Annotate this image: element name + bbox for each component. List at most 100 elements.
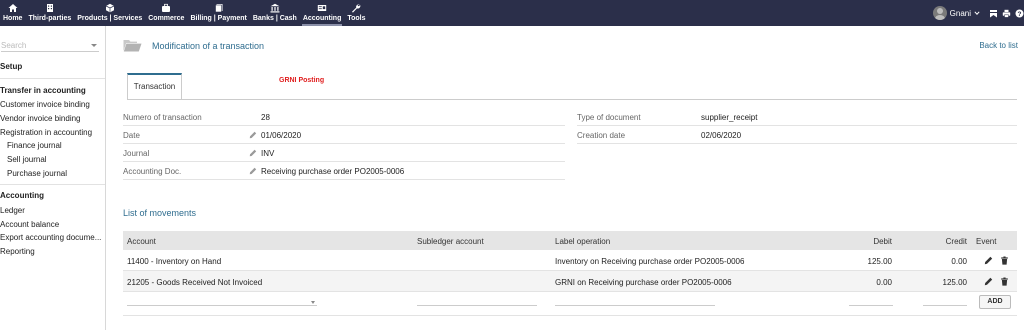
cell-debit: 0.00 — [876, 278, 892, 287]
field-row-creation-date: Creation date 02/06/2020 — [577, 126, 1017, 144]
field-value: 28 — [261, 113, 270, 122]
topmenu-banks-cash[interactable]: Banks | Cash — [250, 0, 300, 26]
home-icon — [8, 4, 18, 12]
sidebar-item-customer-invoice-binding[interactable]: Customer invoice binding — [0, 100, 90, 109]
chevron-down-icon[interactable] — [311, 301, 315, 304]
topmenu-home[interactable]: Home — [0, 0, 25, 26]
topmenu-label: Home — [3, 15, 23, 22]
search-placeholder: Search — [1, 41, 27, 50]
ledger-icon — [317, 5, 327, 11]
cell-credit: 0.00 — [951, 257, 967, 266]
delete-trash-icon[interactable] — [1000, 277, 1009, 286]
column-header-debit[interactable]: Debit — [873, 237, 892, 246]
sidebar-item-sell-journal[interactable]: Sell journal — [7, 155, 47, 164]
sidebar-heading-transfer[interactable]: Transfer in accounting — [0, 86, 86, 95]
sidebar-heading-accounting[interactable]: Accounting — [0, 191, 44, 200]
table-bottom-border — [123, 315, 1017, 316]
divider — [0, 78, 105, 79]
field-value: Receiving purchase order PO2005-0006 — [261, 167, 405, 176]
field-label: Journal — [123, 149, 150, 158]
cell-label-operation: GRNI on Receiving purchase order PO2005-… — [555, 278, 732, 287]
cell-account: 21205 - Goods Received Not Invoiced — [127, 278, 263, 287]
pencil-icon[interactable] — [249, 131, 257, 139]
tab-transaction[interactable]: Transaction — [127, 73, 182, 100]
topmenu-label: Tools — [347, 15, 366, 22]
sidebar-item-vendor-invoice-binding[interactable]: Vendor invoice binding — [0, 114, 81, 123]
subledger-input[interactable] — [417, 305, 537, 306]
wrench-icon — [352, 4, 361, 13]
field-row-accounting-doc: Accounting Doc. Receiving purchase order… — [123, 162, 565, 180]
sidebar-item-export-accounting[interactable]: Export accounting docume... — [0, 233, 101, 242]
topmenu-label: Third-parties — [28, 15, 72, 22]
column-header-credit[interactable]: Credit — [946, 237, 967, 246]
folder-icon — [123, 40, 142, 52]
edit-pencil-icon[interactable] — [984, 256, 993, 265]
field-label: Accounting Doc. — [123, 167, 182, 176]
table-row: 11400 - Inventory on Hand Inventory on R… — [123, 250, 1017, 271]
debit-input[interactable] — [849, 305, 893, 306]
field-label: Creation date — [577, 131, 626, 140]
sidebar-item-setup[interactable]: Setup — [0, 62, 22, 71]
divider — [0, 184, 105, 185]
field-label: Numero of transaction — [123, 113, 202, 122]
label-operation-input[interactable] — [555, 305, 715, 306]
username[interactable]: Gnani — [950, 9, 971, 18]
column-header-account[interactable]: Account — [127, 237, 156, 246]
tab-underline — [127, 99, 1017, 100]
search-select[interactable]: Search — [1, 40, 99, 52]
svg-text:?: ? — [1018, 10, 1022, 17]
cell-debit: 125.00 — [867, 257, 892, 266]
topmenu-accounting[interactable]: Accounting — [300, 0, 345, 26]
avatar[interactable] — [932, 6, 947, 20]
sidebar-item-ledger[interactable]: Ledger — [0, 206, 25, 215]
sidebar-item-registration[interactable]: Registration in accounting — [0, 128, 92, 137]
field-label: Type of document — [577, 113, 641, 122]
chevron-down-icon — [91, 44, 97, 47]
topmenu-label: Billing | Payment — [190, 15, 247, 22]
building-icon — [46, 4, 53, 12]
topmenu-label: Accounting — [302, 15, 342, 22]
table-row: 21205 - Goods Received Not Invoiced GRNI… — [123, 271, 1017, 292]
bank-icon — [270, 3, 280, 13]
topmenu-third-parties[interactable]: Third-parties — [25, 0, 74, 26]
delete-trash-icon[interactable] — [1000, 256, 1009, 265]
left-sidebar: Search Setup Transfer in accounting Cust… — [0, 26, 106, 330]
credit-input[interactable] — [923, 305, 967, 306]
field-value: 01/06/2020 — [261, 131, 302, 140]
field-label: Date — [123, 131, 140, 140]
column-header-label-operation[interactable]: Label operation — [555, 237, 610, 246]
account-select[interactable] — [127, 305, 317, 306]
field-value: INV — [261, 149, 275, 158]
field-row-type-of-document: Type of document supplier_receipt — [577, 108, 1017, 126]
sidebar-item-finance-journal[interactable]: Finance journal — [7, 141, 62, 150]
page-title: Modification of a transaction — [152, 41, 265, 51]
grni-posting-annotation: GRNI Posting — [279, 77, 325, 84]
cell-label-operation: Inventory on Receiving purchase order PO… — [555, 257, 745, 266]
invoice-icon — [214, 4, 223, 13]
chevron-down-icon[interactable] — [974, 10, 980, 16]
add-button[interactable]: ADD — [979, 295, 1011, 309]
top-navigation-bar: Home Third-parties Products | Services C… — [0, 0, 1024, 26]
print-icon[interactable] — [1002, 9, 1011, 18]
bookmark-icon[interactable] — [989, 9, 998, 18]
topmenu-tools[interactable]: Tools — [344, 0, 368, 26]
topmenu-label: Commerce — [148, 15, 185, 22]
sidebar-item-account-balance[interactable]: Account balance — [0, 220, 59, 229]
field-row-journal: Journal INV — [123, 144, 565, 162]
movements-title: List of movements — [123, 208, 197, 218]
topmenu-billing-payment[interactable]: Billing | Payment — [187, 0, 249, 26]
back-to-list-link[interactable]: Back to list — [979, 41, 1018, 50]
cell-account: 11400 - Inventory on Hand — [127, 257, 222, 266]
edit-pencil-icon[interactable] — [984, 277, 993, 286]
topmenu-products-services[interactable]: Products | Services — [74, 0, 145, 26]
new-movement-row: ADD — [123, 291, 1017, 312]
topmenu-label: Banks | Cash — [252, 15, 297, 22]
pencil-icon[interactable] — [249, 149, 257, 157]
help-icon[interactable]: ? — [1015, 9, 1024, 18]
column-header-subledger[interactable]: Subledger account — [417, 237, 484, 246]
topmenu-commerce[interactable]: Commerce — [145, 0, 187, 26]
sidebar-item-purchase-journal[interactable]: Purchase journal — [7, 169, 67, 178]
pencil-icon[interactable] — [249, 167, 257, 175]
user-area: Gnani ? — [932, 0, 1024, 26]
sidebar-item-reporting[interactable]: Reporting — [0, 247, 35, 256]
